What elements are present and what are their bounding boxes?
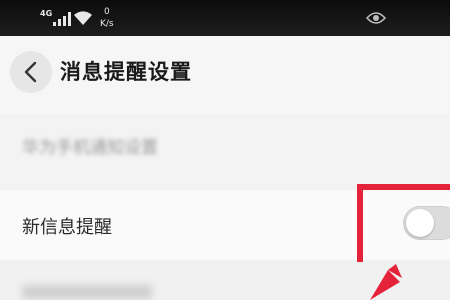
setting-label-new-message: 新信息提醒	[22, 217, 112, 238]
signal-icon	[53, 12, 71, 26]
section-label: 华为手机通知设置	[22, 138, 158, 158]
back-button[interactable]	[10, 51, 52, 93]
next-setting-label-blurred	[22, 285, 152, 299]
back-arrow-icon	[24, 61, 37, 83]
page-title: 消息提醒设置	[60, 60, 192, 84]
status-bar: 4G 0 K/s	[0, 0, 450, 36]
eye-icon	[366, 12, 386, 24]
network-speed-value: 0	[103, 7, 110, 17]
network-speed-unit: K/s	[100, 19, 114, 29]
highlight-annotation	[357, 184, 450, 268]
red-arrow-annotation	[370, 264, 402, 300]
network-type-label: 4G	[40, 9, 53, 18]
wifi-icon	[74, 11, 92, 25]
network-speed: 0 K/s	[100, 6, 114, 30]
